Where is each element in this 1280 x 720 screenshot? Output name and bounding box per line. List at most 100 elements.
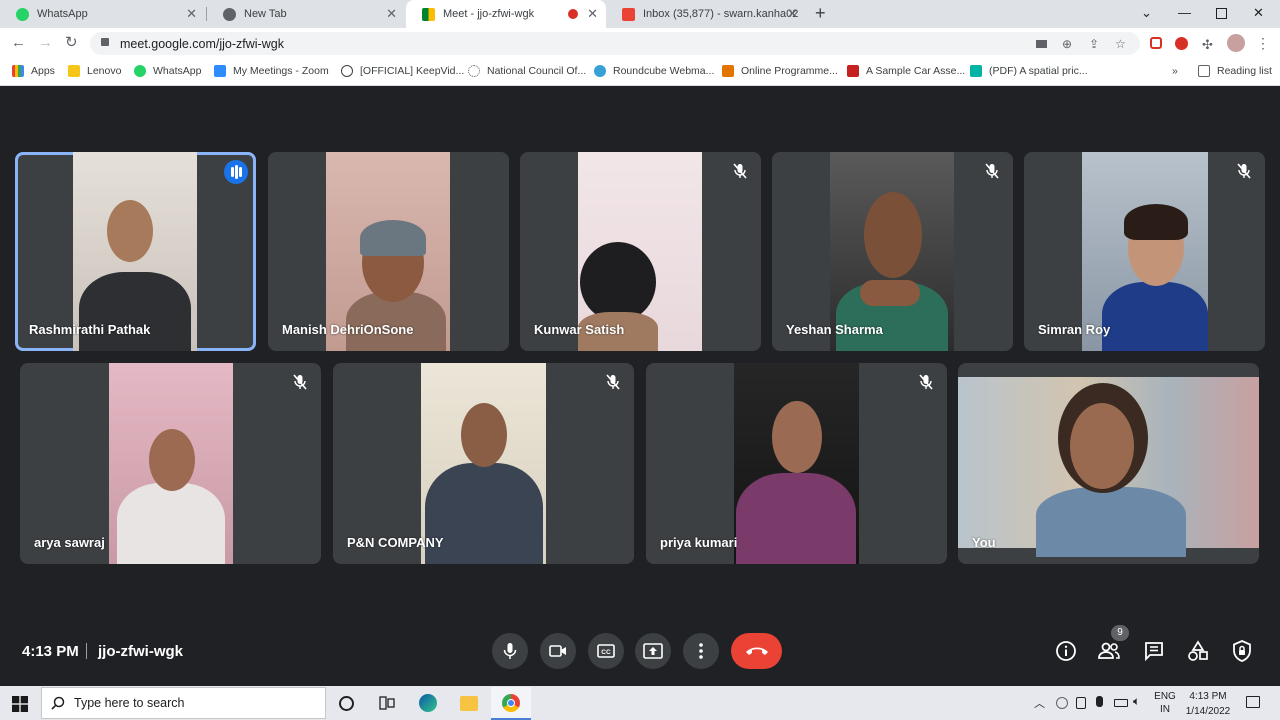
meeting-clock: 4:13 PM (22, 643, 79, 660)
adblock-extension-icon[interactable] (1175, 37, 1188, 50)
people-icon (1098, 642, 1120, 659)
participant-tile[interactable]: Manish DehriOnSone (268, 152, 509, 351)
close-icon[interactable]: ✕ (787, 7, 798, 20)
camera-toggle-button[interactable] (540, 633, 576, 669)
participant-tile[interactable]: arya sawraj (20, 363, 321, 564)
bookmark-online-programme[interactable]: Online Programme... (722, 65, 838, 77)
search-placeholder: Type here to search (74, 696, 185, 710)
more-options-button[interactable] (683, 633, 719, 669)
edge-browser-icon[interactable] (419, 694, 437, 712)
tab-strip: WhatsApp ✕ New Tab ✕ Meet - jjo-zfwi-wgk… (0, 0, 1280, 28)
file-explorer-icon[interactable] (460, 696, 478, 711)
tab-gmail[interactable]: Inbox (35,877) - swarn.kanha02@ ✕ (606, 0, 806, 28)
speaking-indicator-icon (224, 160, 248, 184)
participant-body (117, 483, 225, 564)
microphone-tray-icon[interactable] (1096, 696, 1103, 707)
bookmark-sample-car[interactable]: A Sample Car Asse... (847, 65, 965, 77)
tab-whatsapp[interactable]: WhatsApp ✕ (0, 0, 205, 28)
participant-video (958, 377, 1259, 557)
task-view-icon[interactable] (379, 696, 397, 714)
browser-chrome: WhatsApp ✕ New Tab ✕ Meet - jjo-zfwi-wgk… (0, 0, 1280, 86)
new-tab-button[interactable]: + (815, 4, 826, 22)
bookmarks-bar: Apps Lenovo WhatsApp My Meetings - Zoom … (0, 58, 1280, 86)
close-icon[interactable]: ✕ (587, 7, 598, 20)
bookmark-zoom[interactable]: My Meetings - Zoom (214, 65, 329, 77)
activities-icon (1188, 640, 1208, 661)
tab-title: Meet - jjo-zfwi-wgk (443, 8, 535, 20)
camera-icon (549, 645, 566, 657)
participant-hair (1124, 204, 1188, 240)
extensions-puzzle-icon[interactable]: ✣ (1202, 37, 1213, 53)
reload-icon[interactable]: ↻ (65, 35, 78, 50)
show-hidden-icons[interactable]: ︿ (1034, 695, 1045, 711)
taskbar-time: 4:13 PM (1189, 691, 1227, 702)
captions-button[interactable]: CC (588, 633, 624, 669)
apps-grid-icon (12, 65, 24, 77)
participant-name: You (972, 535, 996, 550)
recording-icon (568, 9, 578, 19)
folder-icon (68, 65, 80, 77)
tab-new-tab[interactable]: New Tab ✕ (207, 0, 405, 28)
camera-permission-icon[interactable] (1036, 40, 1047, 48)
bookmark-label: A Sample Car Asse... (866, 65, 966, 77)
maximize-button[interactable] (1216, 8, 1227, 19)
people-button[interactable] (1097, 639, 1121, 663)
menu-kebab-icon[interactable]: ⋮ (1256, 35, 1270, 52)
participant-tile[interactable]: Rashmirathi Pathak (15, 152, 256, 351)
forward-icon[interactable]: → (38, 35, 53, 50)
notification-icon[interactable] (1246, 696, 1260, 708)
bookmark-label: Online Programme... (741, 65, 838, 77)
reading-list[interactable]: Reading list (1198, 65, 1272, 77)
bookmark-label: Roundcube Webma... (613, 65, 715, 77)
profile-avatar[interactable] (1227, 34, 1245, 52)
start-button[interactable] (12, 696, 28, 712)
back-icon[interactable]: ← (11, 35, 26, 50)
cortana-icon[interactable] (339, 696, 354, 711)
taskbar-clock[interactable]: 4:13 PM 1/14/2022 (1180, 690, 1236, 718)
taskbar-search-box[interactable]: Type here to search (41, 687, 326, 719)
url-bar[interactable]: meet.google.com/jjo-zfwi-wgk (90, 32, 1140, 55)
mic-toggle-button[interactable] (492, 633, 528, 669)
host-controls-button[interactable] (1230, 639, 1254, 663)
bookmark-lenovo[interactable]: Lenovo (68, 65, 121, 77)
bookmark-whatsapp[interactable]: WhatsApp (134, 65, 201, 77)
bookmark-star-icon[interactable]: ☆ (1115, 37, 1126, 51)
search-icon (51, 696, 65, 710)
volume-icon[interactable]: 🔈︎ (1133, 694, 1140, 709)
chrome-icon[interactable] (502, 694, 520, 712)
close-window-button[interactable]: ✕ (1253, 5, 1264, 21)
share-icon[interactable]: ⇪ (1089, 37, 1099, 51)
close-icon[interactable]: ✕ (186, 7, 197, 20)
participant-tile[interactable]: P&N COMPANY (333, 363, 634, 564)
tab-meet[interactable]: Meet - jjo-zfwi-wgk ✕ (406, 0, 606, 28)
device-icon[interactable] (1076, 697, 1086, 709)
bookmark-national-council[interactable]: National Council Of... (468, 65, 586, 77)
extension-icon[interactable] (1150, 37, 1162, 49)
bookmark-keepvid[interactable]: [OFFICIAL] KeepVid... (341, 65, 464, 77)
participant-tile[interactable]: Yeshan Sharma (772, 152, 1013, 351)
leave-call-button[interactable] (731, 633, 782, 669)
zoom-icon[interactable]: ⊕ (1062, 37, 1072, 51)
participant-video (421, 363, 546, 564)
lock-icon[interactable] (101, 38, 109, 46)
activities-button[interactable] (1186, 639, 1210, 663)
onedrive-icon[interactable] (1056, 697, 1068, 709)
chat-button[interactable] (1142, 639, 1166, 663)
bookmark-apps[interactable]: Apps (12, 65, 55, 77)
close-icon[interactable]: ✕ (386, 7, 397, 20)
participant-tile-self[interactable]: You (958, 363, 1259, 564)
participant-tile[interactable]: priya kumari (646, 363, 947, 564)
bookmark-roundcube[interactable]: Roundcube Webma... (594, 65, 714, 77)
windows-logo-icon (12, 696, 28, 712)
tab-search-icon[interactable]: ⌄ (1141, 5, 1152, 21)
participant-tile[interactable]: Simran Roy (1024, 152, 1265, 351)
present-now-button[interactable] (635, 633, 671, 669)
input-language[interactable]: ENG IN (1151, 690, 1179, 716)
bookmarks-overflow-icon[interactable]: » (1172, 65, 1178, 77)
meeting-details-button[interactable] (1054, 639, 1078, 663)
bookmark-pdf-spatial[interactable]: (PDF) A spatial pric... (970, 65, 1088, 77)
battery-icon[interactable] (1114, 699, 1128, 707)
participant-tile[interactable]: Kunwar Satish (520, 152, 761, 351)
participant-name: priya kumari (660, 535, 738, 550)
minimize-button[interactable]: — (1178, 5, 1191, 20)
